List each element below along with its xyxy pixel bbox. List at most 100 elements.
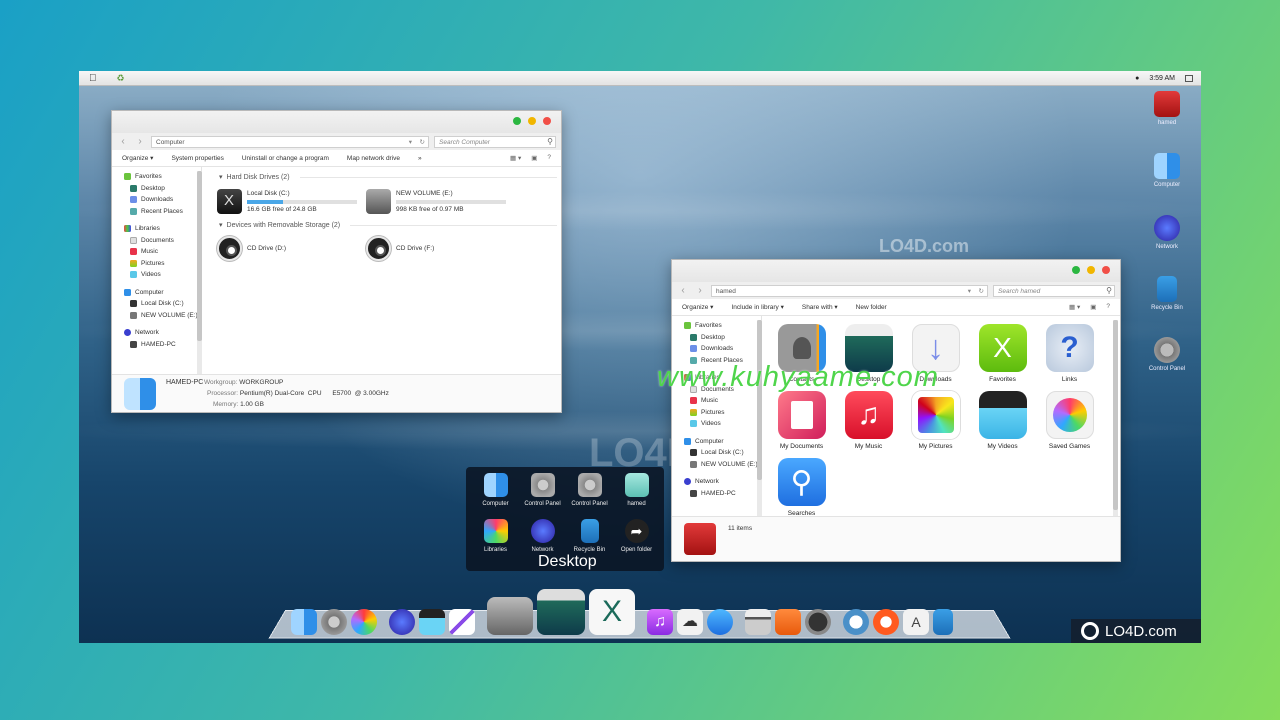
stack-item-control-panel-2[interactable]: Control Panel [566,473,613,519]
sidebar-item-documents[interactable]: Documents [112,235,201,247]
sidebar-scrollbar[interactable] [197,171,202,377]
stack-item-open-folder[interactable]: ➦ Open folder [613,519,660,565]
folder-my-music[interactable]: ♫ My Music [835,391,902,458]
sidebar-item-new-volume[interactable]: NEW VOLUME (E:) [672,459,761,471]
sidebar-libraries[interactable]: Libraries [112,223,201,235]
search-input[interactable]: Search hamed ⚲ [993,284,1115,297]
view-options-icon[interactable]: ▦ ▾ [510,154,521,162]
sidebar-computer[interactable]: Computer [112,287,201,299]
chevron-down-icon[interactable]: ▾ [409,137,412,148]
maximize-button[interactable] [1072,266,1080,274]
help-icon[interactable]: ? [547,154,551,162]
stack-item-computer[interactable]: Computer [472,473,519,519]
stack-item-libraries[interactable]: Libraries [472,519,519,565]
notification-center-icon[interactable] [1185,74,1193,82]
info-icon[interactable] [843,609,869,635]
clock[interactable]: 3:59 AM [1149,75,1175,82]
apple-icon[interactable]:  [89,73,97,84]
sidebar-favorites[interactable]: Favorites [672,320,761,332]
system-properties-button[interactable]: System properties [171,155,223,162]
close-button[interactable] [1102,266,1110,274]
minimize-button[interactable] [528,117,536,125]
server-icon[interactable] [745,609,771,635]
folder-searches[interactable]: ⚲ Searches [768,458,835,525]
sidebar-item-videos[interactable]: Videos [672,418,761,430]
folder-favorites[interactable]: X Favorites [969,324,1036,391]
view-options-icon[interactable]: ▦ ▾ [1069,303,1080,311]
drive-cd-f[interactable]: CD Drive (F:) [366,236,434,261]
x-icon[interactable]: X [589,589,635,635]
desktop-stack-icon[interactable] [537,589,585,635]
map-network-drive-button[interactable]: Map network drive [347,155,400,162]
sidebar-item-local-disk[interactable]: Local Disk (C:) [672,447,761,459]
title-bar[interactable] [112,111,561,133]
sidebar-computer[interactable]: Computer [672,436,761,448]
sidebar-item-downloads[interactable]: Downloads [112,194,201,206]
finder-icon[interactable] [291,609,317,635]
maximize-button[interactable] [513,117,521,125]
close-button[interactable] [543,117,551,125]
forward-button[interactable]: › [694,285,706,296]
sidebar-scrollbar[interactable] [757,320,762,516]
sidebar-network[interactable]: Network [112,327,201,339]
more-commands-button[interactable]: » [418,155,422,162]
recycle-bin-icon[interactable] [933,609,953,635]
desktop-icon-control-panel[interactable]: Control Panel [1137,337,1197,372]
desktop-icon-hamed[interactable]: hamed [1137,91,1197,126]
search-input[interactable]: Search Computer ⚲ [434,135,556,148]
hard-drive-icon[interactable] [487,597,533,635]
drive-cd-d[interactable]: CD Drive (D:) [217,236,286,261]
back-button[interactable]: ‹ [117,136,129,147]
desktop-icon-network[interactable]: Network [1137,215,1197,250]
preview-pane-icon[interactable]: ▣ [1090,303,1096,311]
desktop-icon-recycle-bin[interactable]: Recycle Bin [1137,276,1197,311]
sidebar-item-pictures[interactable]: Pictures [112,258,201,270]
minimize-button[interactable] [1087,266,1095,274]
title-bar[interactable] [672,260,1120,282]
sidebar-item-recent-places[interactable]: Recent Places [112,206,201,218]
help-icon[interactable]: ? [1106,303,1110,311]
recycle-icon[interactable]: ♻ [117,73,125,84]
app-store-icon[interactable] [707,609,733,635]
sidebar-item-new-volume[interactable]: NEW VOLUME (E:) [112,310,201,322]
sidebar-item-videos[interactable]: Videos [112,269,201,281]
address-bar[interactable]: Computer ▾ ↻ [151,135,429,148]
drive-local-disk-c[interactable]: X Local Disk (C:) 16.6 GB free of 24.8 G… [217,189,357,214]
drive-new-volume-e[interactable]: NEW VOLUME (E:) 998 KB free of 0.97 MB [366,189,506,214]
stack-item-control-panel[interactable]: Control Panel [519,473,566,519]
rocket-icon[interactable] [775,609,801,635]
desktop-icon-computer[interactable]: Computer [1137,153,1197,188]
color-picker-icon[interactable] [351,609,377,635]
app-store-a-icon[interactable]: A [903,609,929,635]
folder-saved-games[interactable]: Saved Games [1036,391,1103,458]
forward-button[interactable]: › [134,136,146,147]
address-bar[interactable]: hamed ▾ ↻ [711,284,988,297]
sidebar-item-hamed-pc[interactable]: HAMED-PC [672,488,761,500]
sidebar-favorites[interactable]: Favorites [112,171,201,183]
pen-icon[interactable] [449,609,475,635]
sidebar-network[interactable]: Network [672,476,761,488]
share-with-button[interactable]: Share with ▾ [802,303,838,311]
organize-button[interactable]: Organize ▾ [682,303,713,311]
icloud-icon[interactable]: ☁ [677,609,703,635]
chevron-down-icon[interactable]: ▾ [968,286,971,297]
power-icon[interactable] [873,609,899,635]
system-preferences-icon[interactable] [321,609,347,635]
refresh-icon[interactable]: ↻ [420,137,425,148]
sidebar-item-pictures[interactable]: Pictures [672,407,761,419]
notification-dot-icon[interactable]: ● [1135,75,1139,82]
section-removable-storage[interactable]: ▾ Devices with Removable Storage (2) [219,219,557,231]
section-hard-disk-drives[interactable]: ▾ Hard Disk Drives (2) [219,171,557,183]
folder-my-documents[interactable]: My Documents [768,391,835,458]
search-icon[interactable]: ⚲ [1106,285,1112,296]
sidebar-item-desktop[interactable]: Desktop [112,183,201,195]
uninstall-program-button[interactable]: Uninstall or change a program [242,155,329,162]
back-button[interactable]: ‹ [677,285,689,296]
sidebar-item-local-disk[interactable]: Local Disk (C:) [112,298,201,310]
sidebar-item-desktop[interactable]: Desktop [672,332,761,344]
include-in-library-button[interactable]: Include in library ▾ [731,303,783,311]
sidebar-item-music[interactable]: Music [672,395,761,407]
sidebar-item-downloads[interactable]: Downloads [672,343,761,355]
itunes-icon[interactable]: ♫ [647,609,673,635]
network-globe-icon[interactable] [389,609,415,635]
